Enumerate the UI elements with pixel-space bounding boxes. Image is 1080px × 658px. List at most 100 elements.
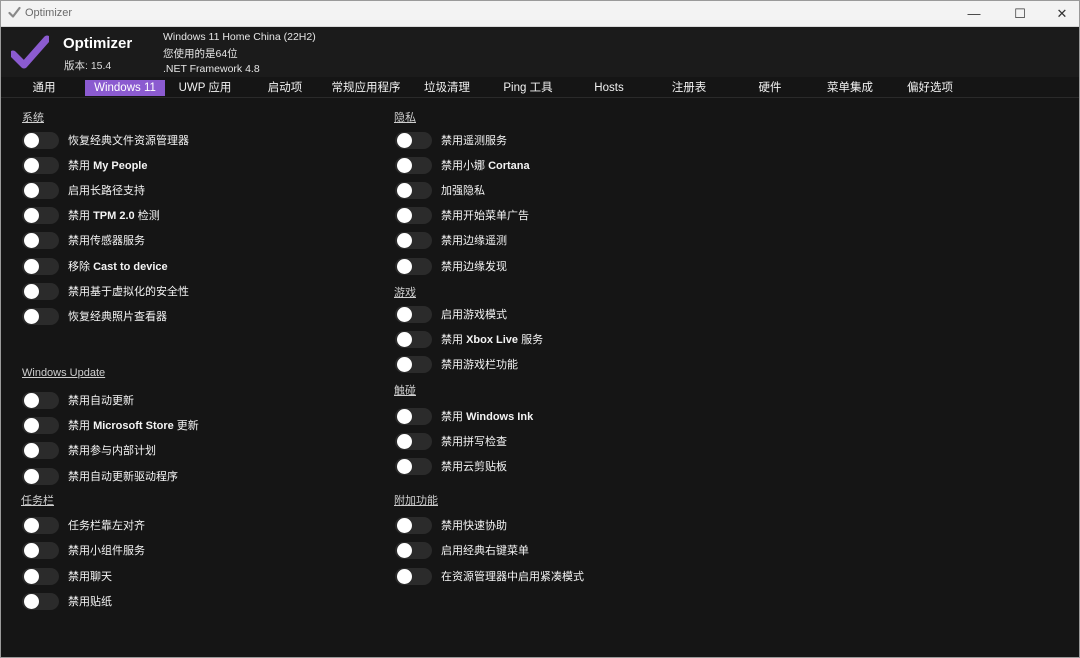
toggle-switch[interactable] xyxy=(395,330,432,348)
section-title-system: 系统 xyxy=(22,112,44,124)
toggle-switch[interactable] xyxy=(395,567,432,585)
tab-menu-integration[interactable]: 菜单集成 xyxy=(819,80,881,96)
option-row[interactable]: 禁用快速协助 xyxy=(395,516,507,534)
toggle-switch[interactable] xyxy=(22,391,59,409)
option-label: 禁用 TPM 2.0 检测 xyxy=(68,210,160,222)
toggle-knob xyxy=(397,542,412,558)
tab-registry[interactable]: 注册表 xyxy=(661,80,717,96)
toggle-switch[interactable] xyxy=(22,131,59,149)
option-row[interactable]: 禁用自动更新驱动程序 xyxy=(22,467,178,485)
toggle-switch[interactable] xyxy=(395,231,432,249)
toggle-switch[interactable] xyxy=(395,516,432,534)
option-row[interactable]: 禁用 TPM 2.0 检测 xyxy=(22,206,160,224)
close-button[interactable]: ✕ xyxy=(1039,1,1079,26)
option-row[interactable]: 禁用自动更新 xyxy=(22,391,134,409)
toggle-switch[interactable] xyxy=(395,156,432,174)
option-label: 禁用基于虚拟化的安全性 xyxy=(68,286,189,298)
tab-general[interactable]: 通用 xyxy=(15,80,73,96)
toggle-switch[interactable] xyxy=(22,592,59,610)
toggle-knob xyxy=(24,283,39,299)
option-label: 禁用自动更新 xyxy=(68,395,134,407)
toggle-switch[interactable] xyxy=(22,257,59,275)
option-row[interactable]: 恢复经典照片查看器 xyxy=(22,307,167,325)
option-row[interactable]: 禁用遥测服务 xyxy=(395,131,507,149)
toggle-knob xyxy=(397,182,412,198)
toggle-switch[interactable] xyxy=(22,416,59,434)
toggle-switch[interactable] xyxy=(395,305,432,323)
tab-common-apps[interactable]: 常规应用程序 xyxy=(327,80,405,96)
tab-ping-tool[interactable]: Ping 工具 xyxy=(495,80,561,96)
toggle-switch[interactable] xyxy=(395,541,432,559)
option-row[interactable]: 禁用开始菜单广告 xyxy=(395,206,529,224)
option-row[interactable]: 禁用游戏栏功能 xyxy=(395,355,518,373)
tab-windows-11[interactable]: Windows 11 xyxy=(85,80,165,96)
toggle-switch[interactable] xyxy=(22,307,59,325)
option-row[interactable]: 禁用传感器服务 xyxy=(22,231,145,249)
option-row[interactable]: 禁用拼写检查 xyxy=(395,432,507,450)
toggle-switch[interactable] xyxy=(395,181,432,199)
option-label: 禁用开始菜单广告 xyxy=(441,210,529,222)
toggle-switch[interactable] xyxy=(22,441,59,459)
option-label: 禁用遥测服务 xyxy=(441,135,507,147)
option-row[interactable]: 启用长路径支持 xyxy=(22,181,145,199)
option-label: 在资源管理器中启用紧凑模式 xyxy=(441,571,584,583)
option-row[interactable]: 禁用贴纸 xyxy=(22,592,112,610)
minimize-button[interactable]: — xyxy=(951,1,997,26)
option-row[interactable]: 禁用小组件服务 xyxy=(22,541,145,559)
option-row[interactable]: 禁用 Xbox Live 服务 xyxy=(395,330,543,348)
toggle-switch[interactable] xyxy=(395,355,432,373)
option-row[interactable]: 加强隐私 xyxy=(395,181,485,199)
option-row[interactable]: 恢复经典文件资源管理器 xyxy=(22,131,189,149)
toggle-knob xyxy=(24,542,39,558)
toggle-switch[interactable] xyxy=(22,541,59,559)
option-row[interactable]: 移除 Cast to device xyxy=(22,257,168,275)
tab-cleaner[interactable]: 垃圾清理 xyxy=(415,80,479,96)
option-row[interactable]: 禁用边缘发现 xyxy=(395,257,507,275)
option-row[interactable]: 禁用小娜 Cortana xyxy=(395,156,530,174)
option-row[interactable]: 禁用 My People xyxy=(22,156,147,174)
toggle-knob xyxy=(24,468,39,484)
option-row[interactable]: 禁用云剪贴板 xyxy=(395,457,507,475)
option-label: 禁用 Xbox Live 服务 xyxy=(441,334,544,346)
option-row[interactable]: 禁用基于虚拟化的安全性 xyxy=(22,282,189,300)
toggle-knob xyxy=(397,331,412,347)
tab-hardware[interactable]: 硬件 xyxy=(747,80,793,96)
option-row[interactable]: 启用游戏模式 xyxy=(395,305,507,323)
option-label: 禁用游戏栏功能 xyxy=(441,359,518,371)
toggle-switch[interactable] xyxy=(395,407,432,425)
toggle-switch[interactable] xyxy=(22,282,59,300)
option-row[interactable]: 禁用 Microsoft Store 更新 xyxy=(22,416,199,434)
option-label: 任务栏靠左对齐 xyxy=(68,520,145,532)
toggle-switch[interactable] xyxy=(22,516,59,534)
option-row[interactable]: 启用经典右键菜单 xyxy=(395,541,529,559)
tab-preferences[interactable]: 偏好选项 xyxy=(899,80,961,96)
option-row[interactable]: 在资源管理器中启用紧凑模式 xyxy=(395,567,584,585)
tab-uwp-apps[interactable]: UWP 应用 xyxy=(173,80,237,96)
toggle-switch[interactable] xyxy=(395,432,432,450)
toggle-switch[interactable] xyxy=(395,457,432,475)
toggle-switch[interactable] xyxy=(395,206,432,224)
option-row[interactable]: 禁用参与内部计划 xyxy=(22,441,156,459)
option-row[interactable]: 禁用边缘遥测 xyxy=(395,231,507,249)
toggle-switch[interactable] xyxy=(22,567,59,585)
toggle-switch[interactable] xyxy=(22,231,59,249)
toggle-knob xyxy=(24,182,39,198)
toggle-switch[interactable] xyxy=(22,181,59,199)
toggle-knob xyxy=(24,517,39,533)
maximize-button[interactable]: ☐ xyxy=(997,1,1043,26)
toggle-switch[interactable] xyxy=(395,257,432,275)
tab-startup[interactable]: 启动项 xyxy=(255,80,315,96)
toggle-switch[interactable] xyxy=(22,156,59,174)
option-row[interactable]: 禁用 Windows Ink xyxy=(395,407,533,425)
option-row[interactable]: 任务栏靠左对齐 xyxy=(22,516,145,534)
section-title-windows-update: Windows Update xyxy=(22,367,106,379)
option-label: 禁用拼写检查 xyxy=(441,436,507,448)
toggle-switch[interactable] xyxy=(22,206,59,224)
toggle-switch[interactable] xyxy=(22,467,59,485)
checkmark-icon xyxy=(8,6,21,18)
checkmark-logo-icon xyxy=(11,35,49,69)
toggle-switch[interactable] xyxy=(395,131,432,149)
option-row[interactable]: 禁用聊天 xyxy=(22,567,112,585)
toggle-knob xyxy=(24,593,39,609)
tab-hosts[interactable]: Hosts xyxy=(583,80,635,96)
